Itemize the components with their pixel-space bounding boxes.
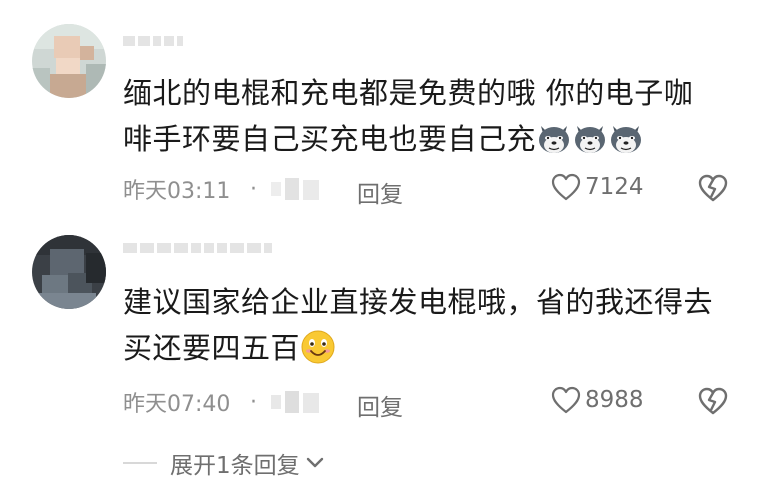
- comment-2: 建议国家给企业直接发电棍哦，省的我还得去 买还要四五百 昨天07:40 · 回复…: [0, 0, 768, 493]
- dislike-broken-heart-icon[interactable]: [697, 386, 729, 416]
- comment-text-line-2: 买还要四五百: [123, 325, 743, 371]
- meta-separator: ·: [250, 389, 257, 415]
- chevron-down-icon: [306, 457, 323, 468]
- divider-line: [123, 462, 157, 464]
- smile-emoji: [301, 330, 335, 364]
- heart-icon: [551, 386, 581, 414]
- username[interactable]: [123, 243, 272, 255]
- avatar[interactable]: [32, 235, 106, 309]
- comment-meta: 昨天07:40 ·: [123, 387, 329, 417]
- location-blur: [267, 389, 329, 415]
- comment-text-line-1: 建议国家给企业直接发电棍哦，省的我还得去: [123, 285, 714, 319]
- like-button[interactable]: 8988: [551, 386, 644, 414]
- comment-text: 建议国家给企业直接发电棍哦，省的我还得去 买还要四五百: [123, 279, 743, 371]
- like-count: 8988: [585, 387, 644, 413]
- expand-replies-label: 展开1条回复: [170, 453, 300, 479]
- expand-replies-button[interactable]: 展开1条回复: [123, 446, 325, 480]
- reply-button[interactable]: 回复: [357, 388, 403, 422]
- timestamp: 昨天07:40: [123, 392, 231, 417]
